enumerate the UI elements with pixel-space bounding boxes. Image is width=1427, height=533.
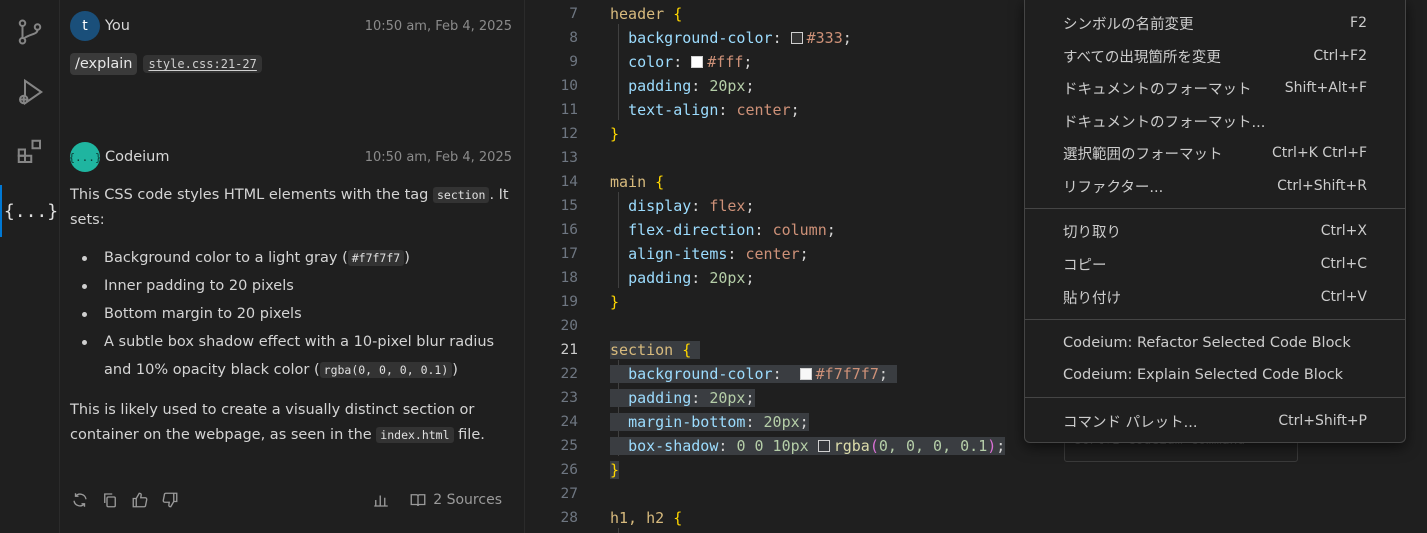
menu-item-refactor[interactable]: リファクター... Ctrl+Shift+R [1025,171,1405,201]
menu-item-format-selection[interactable]: 選択範囲のフォーマット Ctrl+K Ctrl+F [1025,138,1405,168]
line-number: 21 [560,342,578,358]
menu-item-codeium-refactor[interactable]: Codeium: Refactor Selected Code Block [1025,328,1405,358]
line-number: 14 [560,174,578,190]
line-number: 16 [560,222,578,238]
line-number: 10 [560,78,578,94]
menu-separator [1025,208,1405,209]
line-number: 15 [560,198,578,214]
message-feedback-bar: 2 Sources [70,488,502,512]
line-number: 11 [560,102,578,118]
line-number: 19 [560,294,578,310]
line-number: 12 [560,126,578,142]
editor-context-menu: シンボルの名前変更 F2 すべての出現箇所を変更 Ctrl+F2 ドキュメントのフォ… [1024,0,1406,443]
user-name: You [105,18,130,34]
menu-item-cut[interactable]: 切り取り Ctrl+X [1025,216,1405,246]
color-swatch[interactable] [817,440,830,452]
shortcut: Ctrl+K Ctrl+F [1272,145,1367,161]
menu-item-format-document-with[interactable]: ドキュメントのフォーマット... [1025,106,1405,136]
line-number: 13 [560,150,578,166]
bot-message-time: 10:50 am, Feb 4, 2025 [364,149,512,165]
shortcut: Ctrl+Shift+R [1277,178,1367,194]
line-number: 8 [569,30,578,46]
inline-code: section [432,187,490,203]
shortcut: Ctrl+V [1320,289,1367,305]
line-number: 26 [560,462,578,478]
sources-button[interactable]: 2 Sources [409,491,502,509]
menu-item-copy[interactable]: コピー Ctrl+C [1025,249,1405,279]
menu-separator [1025,397,1405,398]
inline-code: #f7f7f7 [347,250,405,266]
menu-item-change-all-occurrences[interactable]: すべての出現箇所を変更 Ctrl+F2 [1025,41,1405,71]
regenerate-icon[interactable] [70,490,90,510]
bot-message-header: {...} Codeium 10:50 am, Feb 4, 2025 [68,142,512,172]
codeium-icon: {...} [3,200,59,222]
activity-bar: {...} [0,0,60,533]
answer-bullet-list: Background color to a light gray (#f7f7f… [70,244,515,384]
inline-code: index.html [376,426,454,443]
line-number: 27 [560,486,578,502]
extensions-icon [17,139,41,163]
line-number: 9 [569,54,578,70]
shortcut: Ctrl+C [1320,256,1367,272]
line-number: 28 [560,510,578,526]
activity-extensions[interactable] [0,126,60,178]
user-avatar: t [70,11,100,41]
line-number: 23 [560,390,578,406]
shortcut: Ctrl+Shift+P [1278,413,1367,429]
line-number: 22 [560,366,578,382]
feedback-right-group: 2 Sources [371,490,502,510]
line-number: 25 [560,438,578,454]
menu-item-format-document[interactable]: ドキュメントのフォーマット Shift+Alt+F [1025,73,1405,103]
chat-panel: t You 10:50 am, Feb 4, 2025 /explain sty… [60,0,525,533]
thumbs-up-icon[interactable] [130,490,150,510]
bot-answer: This CSS code styles HTML elements with … [70,183,515,447]
menu-item-command-palette[interactable]: コマンド パレット... Ctrl+Shift+P [1025,406,1405,436]
answer-outro: This is likely used to create a visually… [70,402,485,443]
code-line: 27 [525,482,1427,506]
answer-intro: This CSS code styles HTML elements with … [70,187,509,228]
user-message-time: 10:50 am, Feb 4, 2025 [364,18,512,34]
user-message-header: t You 10:50 am, Feb 4, 2025 [70,11,512,41]
list-item: Bottom margin to 20 pixels [70,300,515,328]
shortcut: Ctrl+F2 [1313,48,1367,64]
sources-label: 2 Sources [433,492,502,508]
shortcut: F2 [1350,15,1367,31]
explain-command-pill: /explain [70,53,138,75]
line-number: 17 [560,246,578,262]
inline-code: rgba(0, 0, 0, 0.1) [319,362,453,378]
color-swatch[interactable] [799,368,812,380]
thumbs-down-icon[interactable] [160,490,180,510]
menu-separator [1025,319,1405,320]
line-number: 7 [569,6,578,22]
menu-item-paste[interactable]: 貼り付け Ctrl+V [1025,282,1405,312]
activity-source-control[interactable] [0,6,60,58]
color-swatch[interactable] [691,56,704,68]
menu-item-rename-symbol[interactable]: シンボルの名前変更 F2 [1025,8,1405,38]
bot-name: Codeium [105,149,170,165]
activity-codeium[interactable]: {...} [0,185,60,237]
list-item: Inner padding to 20 pixels [70,272,515,300]
codeium-avatar: {...} [68,142,102,172]
shortcut: Ctrl+X [1320,223,1367,239]
line-number: 20 [560,318,578,334]
color-swatch[interactable] [790,32,803,44]
file-reference-link[interactable]: style.css:21-27 [143,55,262,73]
user-command-row: /explain style.css:21-27 [70,53,262,75]
copy-icon[interactable] [100,490,120,510]
list-item: A subtle box shadow effect with a 10-pix… [70,328,515,384]
code-line: 28 h1, h2 { [525,506,1427,530]
run-debug-icon [19,78,44,106]
list-item: Background color to a light gray (#f7f7f… [70,244,515,272]
source-control-icon [18,19,42,45]
book-icon [410,494,426,507]
menu-item-codeium-explain[interactable]: Codeium: Explain Selected Code Block [1025,360,1405,390]
line-number: 24 [560,414,578,430]
activity-run-debug[interactable] [0,66,60,118]
shortcut: Shift+Alt+F [1284,80,1367,96]
line-number: 18 [560,270,578,286]
bar-chart-icon[interactable] [371,490,391,510]
